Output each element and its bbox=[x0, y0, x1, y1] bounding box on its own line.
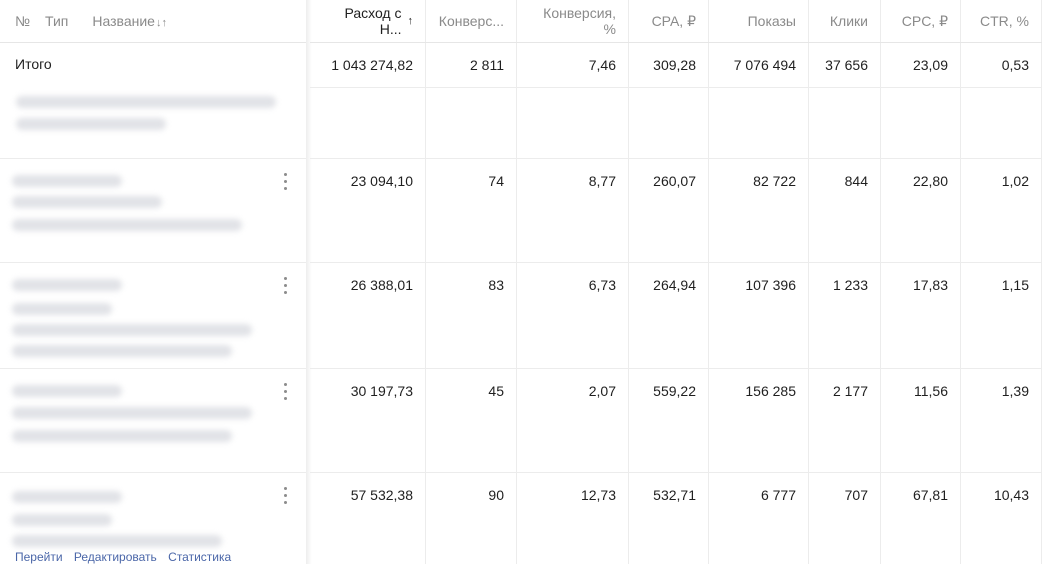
row-actions: Перейти Редактировать Статистика bbox=[15, 550, 239, 564]
cpa-column-header[interactable]: CPA, ₽ bbox=[629, 0, 709, 42]
row-menu-icon[interactable] bbox=[284, 277, 288, 295]
row-menu-icon[interactable] bbox=[284, 487, 288, 505]
table-row bbox=[310, 88, 1042, 159]
left-row-2[interactable] bbox=[0, 263, 306, 369]
sort-icon: ↓↑ bbox=[155, 17, 167, 29]
left-pane: № Тип Название↓↑ Итого Перейти Редактиро… bbox=[0, 0, 312, 564]
sort-icon: ↑ bbox=[407, 15, 414, 27]
stats-link[interactable]: Статистика bbox=[168, 550, 231, 564]
total-value: 309,28 bbox=[629, 43, 709, 87]
table-row: 30 197,73 45 2,07 559,22 156 285 2 177 1… bbox=[310, 369, 1042, 473]
spend-column-header[interactable]: Расход с Н... ↑ bbox=[310, 0, 426, 42]
stats-table: № Тип Название↓↑ Итого Перейти Редактиро… bbox=[0, 0, 1047, 564]
left-row-1[interactable] bbox=[0, 159, 306, 263]
table-row: 23 094,10 74 8,77 260,07 82 722 844 22,8… bbox=[310, 159, 1042, 263]
type-column-header[interactable]: Тип bbox=[45, 13, 68, 29]
right-header: Расход с Н... ↑ Конверс... Конверсия, % C… bbox=[310, 0, 1042, 43]
table-row: 57 532,38 90 12,73 532,71 6 777 707 67,8… bbox=[310, 473, 1042, 564]
total-value: 2 811 bbox=[426, 43, 517, 87]
impressions-column-header[interactable]: Показы bbox=[709, 0, 809, 42]
edit-link[interactable]: Редактировать bbox=[74, 550, 157, 564]
name-column-header[interactable]: Название↓↑ bbox=[83, 13, 167, 29]
left-row-0[interactable] bbox=[0, 88, 306, 159]
row-menu-icon[interactable] bbox=[284, 383, 288, 401]
total-value: 0,53 bbox=[961, 43, 1042, 87]
ctr-column-header[interactable]: CTR, % bbox=[961, 0, 1042, 42]
total-value: 7 076 494 bbox=[709, 43, 809, 87]
total-row: 1 043 274,82 2 811 7,46 309,28 7 076 494… bbox=[310, 43, 1042, 88]
go-link[interactable]: Перейти bbox=[15, 550, 63, 564]
conversions-column-header[interactable]: Конверс... bbox=[426, 0, 517, 42]
total-value: 1 043 274,82 bbox=[310, 43, 426, 87]
total-value: 37 656 bbox=[809, 43, 881, 87]
row-menu-icon[interactable] bbox=[284, 173, 288, 191]
left-header: № Тип Название↓↑ bbox=[0, 0, 306, 43]
total-value: 7,46 bbox=[517, 43, 629, 87]
table-row: 26 388,01 83 6,73 264,94 107 396 1 233 1… bbox=[310, 263, 1042, 369]
total-value: 23,09 bbox=[881, 43, 961, 87]
num-column-header[interactable]: № bbox=[15, 13, 30, 29]
conversion-rate-column-header[interactable]: Конверсия, % bbox=[517, 0, 629, 42]
left-row-3[interactable] bbox=[0, 369, 306, 473]
total-label: Итого bbox=[15, 56, 52, 72]
clicks-column-header[interactable]: Клики bbox=[809, 0, 881, 42]
cpc-column-header[interactable]: CPC, ₽ bbox=[881, 0, 961, 42]
right-pane: Расход с Н... ↑ Конверс... Конверсия, % C… bbox=[310, 0, 1047, 564]
